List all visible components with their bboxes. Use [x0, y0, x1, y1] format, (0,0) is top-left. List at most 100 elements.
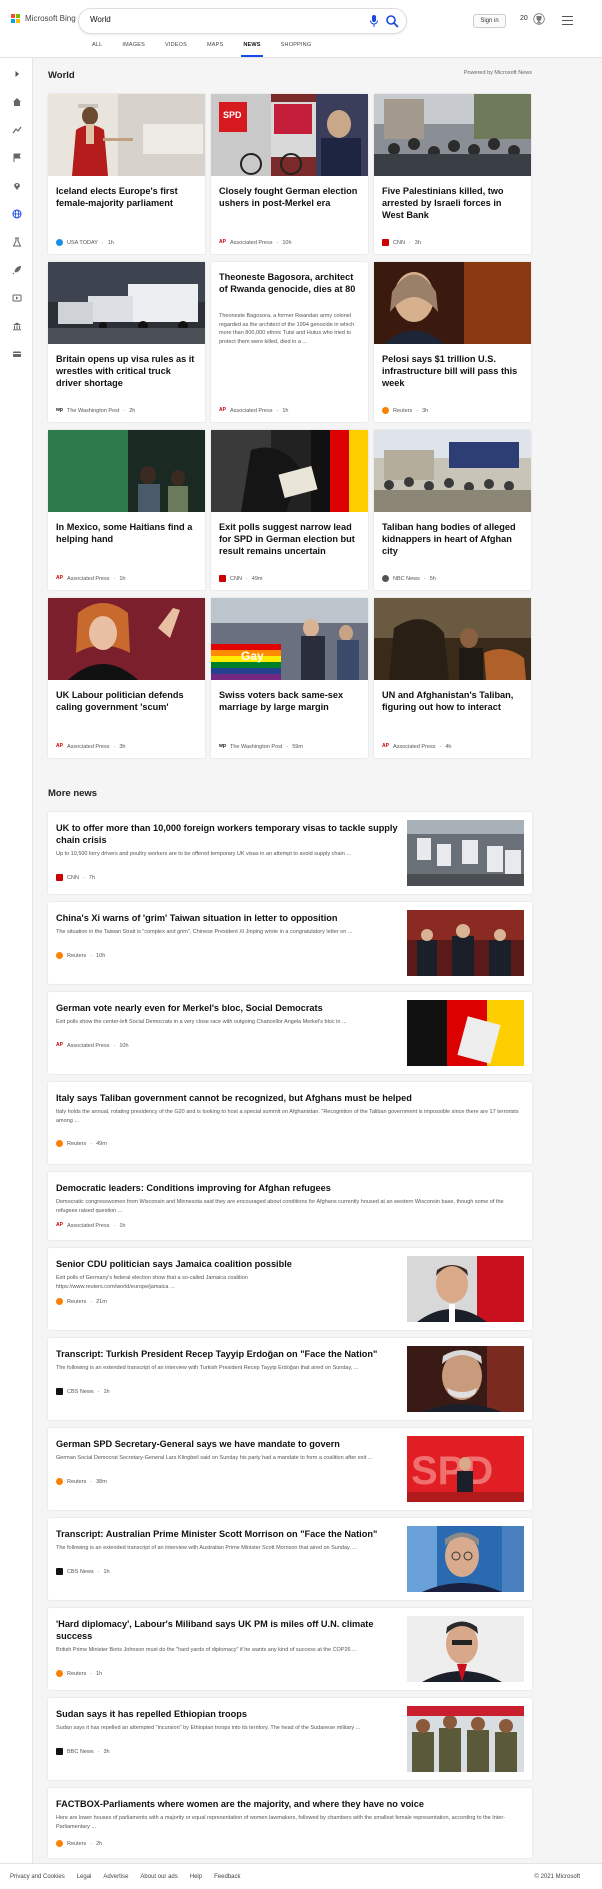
- news-list-item[interactable]: Sudan says it has repelled Ethiopian tro…: [48, 1698, 532, 1780]
- item-headline[interactable]: Transcript: Turkish President Recep Tayy…: [56, 1348, 401, 1360]
- news-card[interactable]: Theoneste Bagosora, architect of Rwanda …: [211, 262, 368, 422]
- item-headline[interactable]: China's Xi warns of 'grim' Taiwan situat…: [56, 912, 401, 924]
- news-list-item[interactable]: Senior CDU politician says Jamaica coali…: [48, 1248, 532, 1330]
- news-card[interactable]: UK Labour politician defends caling gove…: [48, 598, 205, 758]
- tab-videos[interactable]: VIDEOS: [155, 40, 197, 57]
- science-icon[interactable]: [11, 236, 22, 247]
- card-headline[interactable]: Theoneste Bagosora, architect of Rwanda …: [219, 271, 361, 295]
- news-list-item[interactable]: China's Xi warns of 'grim' Taiwan situat…: [48, 902, 532, 984]
- flag-icon[interactable]: [11, 152, 22, 163]
- item-source: CBS News · 1h: [56, 1568, 110, 1575]
- news-list-item[interactable]: FACTBOX-Parliaments where women are the …: [48, 1788, 532, 1858]
- footer-link-privacy[interactable]: Privacy and Cookies: [10, 1874, 65, 1880]
- rewards-points[interactable]: 20: [520, 15, 528, 22]
- item-headline[interactable]: German vote nearly even for Merkel's blo…: [56, 1002, 401, 1014]
- source-name: Associated Press: [67, 1042, 110, 1049]
- news-list-item[interactable]: Transcript: Turkish President Recep Tayy…: [48, 1338, 532, 1420]
- news-card[interactable]: Five Palestinians killed, two arrested b…: [374, 94, 531, 254]
- news-card[interactable]: Taliban hang bodies of alleged kidnapper…: [374, 430, 531, 590]
- news-list-item[interactable]: German SPD Secretary-General says we hav…: [48, 1428, 532, 1510]
- news-card[interactable]: Exit polls suggest narrow lead for SPD i…: [211, 430, 368, 590]
- card-source: wp The Washington Post · 2h: [56, 407, 136, 414]
- card-headline[interactable]: Britain opens up visa rules as it wrestl…: [56, 353, 198, 389]
- article-image: [374, 262, 531, 344]
- home-icon[interactable]: [11, 96, 22, 107]
- card-headline[interactable]: Closely fought German election ushers in…: [219, 185, 361, 209]
- source-name: Associated Press: [67, 1222, 110, 1229]
- item-snippet: Sudan says it has repelled an attempted …: [56, 1725, 361, 1731]
- footer-link-about-ads[interactable]: About our ads: [140, 1874, 177, 1880]
- item-headline[interactable]: Sudan says it has repelled Ethiopian tro…: [56, 1708, 401, 1720]
- reuters-icon: [56, 952, 63, 959]
- expand-chevron-icon[interactable]: [11, 68, 22, 79]
- item-headline[interactable]: FACTBOX-Parliaments where women are the …: [56, 1798, 524, 1810]
- item-headline[interactable]: Senior CDU politician says Jamaica coali…: [56, 1258, 401, 1270]
- item-headline[interactable]: German SPD Secretary-General says we hav…: [56, 1438, 401, 1450]
- news-list-item[interactable]: Italy says Taliban government cannot be …: [48, 1082, 532, 1164]
- bing-logo[interactable]: Microsoft Bing: [11, 14, 76, 23]
- sign-in-button[interactable]: Sign in: [473, 14, 506, 28]
- rocket-icon[interactable]: [11, 264, 22, 275]
- item-source: Reuters · 49m: [56, 1140, 107, 1147]
- item-headline[interactable]: Democratic leaders: Conditions improving…: [56, 1182, 524, 1194]
- item-snippet: Italy holds the annual, rotating preside…: [56, 1109, 519, 1124]
- card-headline[interactable]: Iceland elects Europe's first female-maj…: [56, 185, 198, 209]
- item-snippet: Up to 10,500 lorry drivers and poultry w…: [56, 851, 351, 857]
- news-card[interactable]: Britain opens up visa rules as it wrestl…: [48, 262, 205, 422]
- footer-link-advertise[interactable]: Advertise: [103, 1874, 128, 1880]
- source-name: CNN: [230, 575, 242, 582]
- card-headline[interactable]: Swiss voters back same-sex marriage by l…: [219, 689, 361, 713]
- item-headline[interactable]: 'Hard diplomacy', Labour's Miliband says…: [56, 1618, 401, 1642]
- news-card[interactable]: In Mexico, some Haitians find a helping …: [48, 430, 205, 590]
- card-headline[interactable]: Pelosi says $1 trillion U.S. infrastruct…: [382, 353, 524, 389]
- location-pin-icon[interactable]: [11, 180, 22, 191]
- news-list-item[interactable]: Transcript: Australian Prime Minister Sc…: [48, 1518, 532, 1600]
- video-icon[interactable]: [11, 292, 22, 303]
- footer-links: Privacy and Cookies Legal Advertise Abou…: [10, 1874, 240, 1880]
- ap-icon: AP: [56, 743, 63, 750]
- footer-link-legal[interactable]: Legal: [77, 1874, 92, 1880]
- powered-by-label[interactable]: Powered by Microsoft News: [464, 70, 532, 76]
- news-list-item[interactable]: UK to offer more than 10,000 foreign wor…: [48, 812, 532, 894]
- news-card[interactable]: UN and Afghanistan's Taliban, figuring o…: [374, 598, 531, 758]
- card-headline[interactable]: In Mexico, some Haitians find a helping …: [56, 521, 198, 545]
- card-headline[interactable]: Taliban hang bodies of alleged kidnapper…: [382, 521, 524, 557]
- news-list-item[interactable]: Democratic leaders: Conditions improving…: [48, 1172, 532, 1240]
- microphone-icon[interactable]: [369, 15, 379, 27]
- card-headline[interactable]: UN and Afghanistan's Taliban, figuring o…: [382, 689, 524, 713]
- source-time: 10h: [282, 239, 292, 246]
- news-card[interactable]: Gay Swiss voters back same-sex marriage …: [211, 598, 368, 758]
- article-image: [48, 598, 205, 680]
- item-headline[interactable]: Transcript: Australian Prime Minister Sc…: [56, 1528, 401, 1540]
- footer-link-help[interactable]: Help: [190, 1874, 202, 1880]
- globe-icon[interactable]: [11, 208, 22, 219]
- card-icon[interactable]: [11, 348, 22, 359]
- news-list-item[interactable]: German vote nearly even for Merkel's blo…: [48, 992, 532, 1074]
- search-input[interactable]: [90, 15, 330, 24]
- gay-banner-text: Gay: [241, 649, 264, 663]
- item-snippet: The following is an extended transcript …: [56, 1545, 358, 1551]
- tab-news[interactable]: NEWS: [233, 40, 270, 57]
- item-thumbnail: [407, 1616, 524, 1682]
- search-icon[interactable]: [385, 14, 399, 28]
- news-list-item[interactable]: 'Hard diplomacy', Labour's Miliband says…: [48, 1608, 532, 1690]
- tab-shopping[interactable]: SHOPPING: [271, 40, 322, 57]
- trending-icon[interactable]: [11, 124, 22, 135]
- tab-all[interactable]: ALL: [82, 40, 112, 57]
- item-headline[interactable]: Italy says Taliban government cannot be …: [56, 1092, 524, 1104]
- rewards-trophy-icon[interactable]: [533, 12, 545, 26]
- card-headline[interactable]: Exit polls suggest narrow lead for SPD i…: [219, 521, 361, 557]
- hamburger-menu-icon[interactable]: [562, 16, 573, 25]
- news-card[interactable]: SPD Closely fought German election usher…: [211, 94, 368, 254]
- news-card[interactable]: Iceland elects Europe's first female-maj…: [48, 94, 205, 254]
- tab-images[interactable]: IMAGES: [112, 40, 155, 57]
- source-time: 2h: [96, 1840, 103, 1847]
- tab-maps[interactable]: MAPS: [197, 40, 233, 57]
- footer-link-feedback[interactable]: Feedback: [214, 1874, 240, 1880]
- card-headline[interactable]: Five Palestinians killed, two arrested b…: [382, 185, 524, 221]
- card-headline[interactable]: UK Labour politician defends caling gove…: [56, 689, 198, 713]
- reuters-icon: [56, 1670, 63, 1677]
- item-headline[interactable]: UK to offer more than 10,000 foreign wor…: [56, 822, 401, 846]
- bank-icon[interactable]: [11, 320, 22, 331]
- news-card[interactable]: Pelosi says $1 trillion U.S. infrastruct…: [374, 262, 531, 422]
